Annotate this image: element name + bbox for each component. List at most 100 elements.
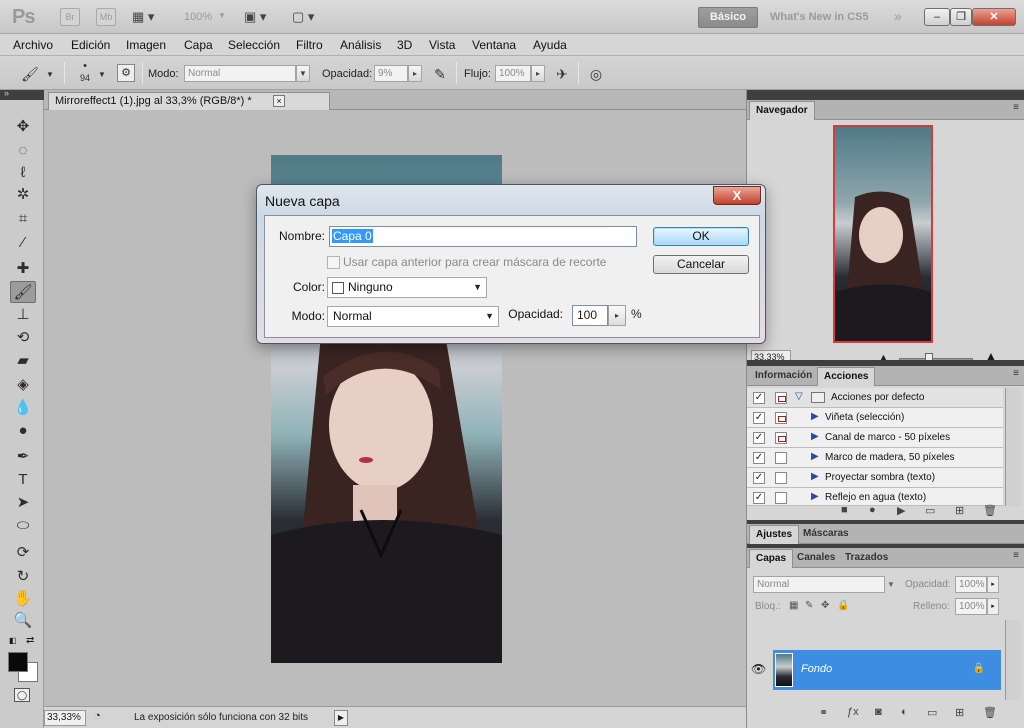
delete-layer-icon[interactable]: 🗑 — [983, 706, 997, 719]
more-workspaces-icon[interactable]: » — [894, 8, 902, 24]
menu-vista[interactable]: Vista — [429, 38, 455, 52]
default-colors-icon[interactable]: ◧ — [9, 636, 17, 645]
status-info-icon[interactable]: ◔ — [94, 710, 101, 722]
fill-input[interactable]: 100% — [955, 598, 987, 615]
layer-visibility-eye-icon[interactable]: 👁 — [751, 662, 766, 676]
fill-arrow-icon[interactable]: ▸ — [987, 598, 999, 615]
zoom-dropdown-icon[interactable]: ▼ — [218, 11, 226, 20]
action-toggle[interactable]: ✓ — [753, 492, 765, 504]
airbrush-icon[interactable]: ✈ — [552, 64, 572, 84]
3d-orbit-tool-icon[interactable]: ↻ — [10, 566, 36, 588]
flow-input[interactable]: 100% — [495, 65, 531, 82]
collapse-icon[interactable]: ▽ — [795, 391, 803, 402]
mode-dropdown-icon[interactable]: ▼ — [296, 65, 310, 82]
action-set-dialog-toggle[interactable] — [775, 392, 787, 404]
brush-preset-icon[interactable]: 🖌 — [20, 64, 40, 84]
eraser-tool-icon[interactable]: ▰ — [10, 350, 36, 372]
action-row[interactable]: ✓ ▶ Canal de marco - 50 píxeles — [747, 428, 1003, 448]
add-mask-icon[interactable]: ◙ — [875, 706, 882, 718]
new-action-icon[interactable]: ⊞ — [955, 504, 964, 517]
link-layers-icon[interactable]: ⚭ — [819, 706, 828, 719]
expand-icon[interactable]: ▶ — [811, 471, 819, 482]
blur-tool-icon[interactable]: 💧 — [10, 397, 36, 419]
clipping-mask-checkbox[interactable] — [327, 256, 340, 269]
tab-layers[interactable]: Capas — [749, 549, 794, 568]
cancel-button[interactable]: Cancelar — [653, 255, 749, 274]
layer-opacity-arrow-icon[interactable]: ▸ — [987, 576, 999, 593]
tab-actions[interactable]: Acciones — [817, 367, 876, 386]
layer-row-fondo[interactable]: Fondo 🔒 — [773, 650, 1001, 690]
action-dialog-toggle[interactable] — [775, 432, 787, 444]
menu-edicion[interactable]: Edición — [71, 38, 110, 52]
menu-ventana[interactable]: Ventana — [472, 38, 516, 52]
navigator-panel-menu-icon[interactable]: ≡ — [1013, 102, 1019, 113]
flow-slider-icon[interactable]: ▸ — [531, 65, 545, 82]
action-toggle[interactable]: ✓ — [753, 412, 765, 424]
history-brush-tool-icon[interactable]: ⟲ — [10, 327, 36, 349]
actions-panel-menu-icon[interactable]: ≡ — [1013, 368, 1019, 379]
menu-seleccion[interactable]: Selección — [228, 38, 280, 52]
play-action-icon[interactable]: ▶ — [897, 504, 905, 517]
status-menu-arrow-icon[interactable]: ▶ — [334, 710, 348, 726]
healing-brush-tool-icon[interactable]: ✚ — [10, 258, 36, 280]
tool-preset-dropdown-icon[interactable]: ▼ — [46, 70, 54, 79]
3d-rotate-tool-icon[interactable]: ⟳ — [10, 542, 36, 564]
lock-position-icon[interactable]: ✥ — [821, 600, 829, 611]
tab-adjustments[interactable]: Ajustes — [749, 525, 800, 544]
opacity-slider-button[interactable]: ▸ — [608, 305, 626, 326]
layer-opacity-input[interactable]: 100% — [955, 576, 987, 593]
shape-tool-icon[interactable]: ⬭ — [10, 515, 36, 537]
blend-dropdown-icon[interactable]: ▼ — [887, 580, 895, 589]
document-tab[interactable]: Mirroreffect1 (1).jpg al 33,3% (RGB/8*) … — [48, 92, 330, 110]
restore-button[interactable]: ❐ — [950, 8, 972, 26]
path-selection-tool-icon[interactable]: ➤ — [10, 492, 36, 514]
bridge-button[interactable]: Br — [60, 8, 80, 26]
record-icon[interactable]: ● — [869, 504, 876, 516]
clone-stamp-tool-icon[interactable]: ⊥ — [10, 304, 36, 326]
expand-icon[interactable]: ▶ — [811, 451, 819, 462]
view-extras-icon[interactable]: ▦ ▾ — [132, 8, 158, 26]
action-set-row[interactable]: ✓ ▽ Acciones por defecto — [747, 388, 1003, 408]
lock-all-icon[interactable]: 🔒 — [837, 600, 849, 611]
tab-info[interactable]: Información — [749, 367, 818, 386]
expand-icon[interactable]: ▶ — [811, 491, 819, 502]
action-set-toggle[interactable]: ✓ — [753, 392, 765, 404]
layer-blend-mode-select[interactable]: Normal — [753, 576, 885, 593]
tab-navigator[interactable]: Navegador — [749, 101, 815, 120]
new-layer-icon[interactable]: ⊞ — [955, 706, 964, 719]
action-toggle[interactable]: ✓ — [753, 472, 765, 484]
layers-scrollbar[interactable] — [1005, 620, 1021, 700]
menu-3d[interactable]: 3D — [397, 38, 412, 52]
lock-pixels-icon[interactable]: ✎ — [805, 600, 813, 611]
stop-recording-icon[interactable]: ■ — [841, 504, 848, 516]
tools-panel-grip[interactable]: » — [0, 88, 44, 100]
quick-selection-tool-icon[interactable]: ✲ — [10, 184, 36, 206]
menu-filtro[interactable]: Filtro — [296, 38, 323, 52]
mode-select[interactable]: Normal ▼ — [327, 306, 499, 327]
action-row[interactable]: ✓ ▶ Marco de madera, 50 píxeles — [747, 448, 1003, 468]
workspace-whats-new-link[interactable]: What's New in CS5 — [770, 11, 869, 23]
ok-button[interactable]: OK — [653, 227, 749, 246]
layers-panel-menu-icon[interactable]: ≡ — [1013, 550, 1019, 561]
color-select[interactable]: Ninguno ▼ — [327, 277, 487, 298]
new-set-icon[interactable]: ▭ — [925, 504, 935, 517]
action-toggle[interactable]: ✓ — [753, 452, 765, 464]
mini-bridge-button[interactable]: Mb — [96, 8, 116, 26]
tab-masks[interactable]: Máscaras — [797, 525, 855, 544]
menu-archivo[interactable]: Archivo — [13, 38, 53, 52]
action-dialog-toggle[interactable] — [775, 472, 787, 484]
pressure-opacity-icon[interactable]: ✎ — [430, 64, 450, 84]
action-dialog-toggle[interactable] — [775, 452, 787, 464]
status-zoom-input[interactable]: 33,33% — [44, 710, 86, 726]
brush-panel-toggle-icon[interactable]: ⚙ — [117, 64, 135, 82]
foreground-color-swatch[interactable] — [8, 652, 28, 672]
action-row[interactable]: ✓ ▶ Viñeta (selección) — [747, 408, 1003, 428]
menu-imagen[interactable]: Imagen — [126, 38, 166, 52]
brush-size-indicator[interactable]: • 94 — [76, 60, 94, 84]
navigator-preview[interactable] — [833, 125, 933, 343]
menu-ayuda[interactable]: Ayuda — [533, 38, 567, 52]
screen-mode-icon[interactable]: ▢ ▾ — [292, 8, 318, 26]
pen-tool-icon[interactable]: ✒ — [10, 446, 36, 468]
eyedropper-tool-icon[interactable]: ⁄ — [10, 232, 36, 254]
layer-style-icon[interactable]: ƒx — [847, 706, 859, 718]
